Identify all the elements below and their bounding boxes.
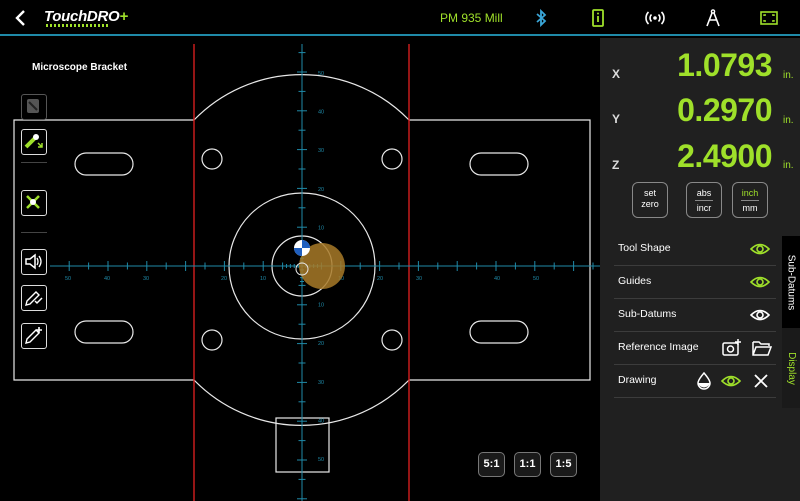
lock-tool-button[interactable] (21, 94, 47, 120)
drawing-title: Microscope Bracket (32, 62, 128, 73)
ruler-label-v-top: 40 (318, 110, 324, 116)
x-readout[interactable]: 1.0793 (677, 47, 772, 84)
zoom-5-1-button[interactable]: 5:1 (478, 452, 505, 477)
eye-icon[interactable] (750, 273, 770, 291)
tab-display-label: Display (785, 351, 797, 385)
broadcast-icon[interactable] (645, 8, 665, 28)
inch-mm-divider (741, 200, 759, 201)
folder-open-icon[interactable] (752, 339, 772, 357)
bluetooth-icon[interactable] (531, 8, 551, 28)
option-guides[interactable]: Guides (614, 266, 776, 299)
abs-label: abs (696, 188, 712, 198)
option-tool-shape[interactable]: Tool Shape (614, 233, 776, 266)
sub-datums-label: Sub-Datums (618, 308, 677, 320)
option-sub-datums[interactable]: Sub-Datums (614, 299, 776, 332)
speaker-icon (25, 253, 42, 270)
ruler-label-v-bottom: 30 (318, 380, 324, 386)
ruler-label-h: 50 (65, 276, 71, 282)
ruler-label-v-top: 10 (318, 225, 324, 231)
draw-line-icon (24, 134, 43, 149)
ruler-label-v-bottom: 40 (318, 418, 324, 424)
z-axis-label[interactable]: Z (612, 158, 619, 172)
z-readout[interactable]: 2.4900 (677, 138, 772, 175)
set-zero-line1: set (643, 188, 656, 198)
drawing-svg[interactable]: 50 40 30 20 10 10 20 30 40 5050403020101020304050 (0, 38, 600, 501)
top-bar: TouchDRO+ PM 935 Mill (0, 0, 800, 36)
ruler-label-v-top: 50 (318, 71, 324, 77)
incr-label: incr (696, 203, 712, 213)
abs-incr-divider (695, 200, 713, 201)
opacity-icon[interactable] (694, 372, 714, 390)
guides-label: Guides (618, 275, 652, 287)
reference-image-label: Reference Image (618, 341, 699, 353)
ruler-label-h: 20 (377, 276, 383, 282)
toolbar-divider (21, 232, 47, 233)
info-icon[interactable] (588, 8, 608, 28)
z-unit: in. (783, 160, 794, 171)
chevron-left-icon[interactable] (12, 8, 30, 28)
zoom-1-5-button[interactable]: 1:5 (550, 452, 577, 477)
app-window: TouchDRO+ PM 935 Mill 50 40 30 20 10 10 … (0, 0, 800, 501)
y-axis-label[interactable]: Y (612, 112, 620, 126)
drawing-label: Drawing (618, 374, 657, 386)
x-unit: in. (783, 70, 794, 81)
x-axis-label[interactable]: X (612, 67, 620, 81)
tab-sub-datums-label: Sub-Datums (785, 254, 797, 310)
eye-icon[interactable] (721, 372, 741, 390)
audio-toggle-button[interactable] (21, 249, 47, 275)
option-drawing[interactable]: Drawing (614, 365, 776, 398)
eye-icon[interactable] (750, 240, 770, 258)
ruler-label-h: 30 (416, 276, 422, 282)
ruler-label-h: 40 (494, 276, 500, 282)
inch-mm-button[interactable]: inch mm (732, 182, 768, 218)
ruler-label-v-top: 30 (318, 148, 324, 154)
ruler-label-h: 20 (221, 276, 227, 282)
compass-icon[interactable] (703, 8, 723, 28)
pencil-add-icon (25, 327, 42, 344)
ruler-label-h: 30 (143, 276, 149, 282)
edit-check-button[interactable] (21, 285, 47, 311)
zoom-1-1-button[interactable]: 1:1 (514, 452, 541, 477)
pencil-check-icon (25, 291, 43, 306)
tool-shape-label: Tool Shape (618, 242, 671, 254)
add-drawing-button[interactable] (21, 323, 47, 349)
lock-icon (27, 99, 39, 113)
ruler-label-h: 40 (104, 276, 110, 282)
draw-line-button[interactable] (21, 129, 47, 155)
logo-main: TouchDRO (44, 8, 120, 25)
set-zero-line2: zero (641, 199, 659, 209)
y-unit: in. (783, 115, 794, 126)
option-reference-image[interactable]: Reference Image (614, 332, 776, 365)
fullscreen-icon[interactable] (759, 8, 779, 28)
ruler-label-h: 50 (533, 276, 539, 282)
drawing-canvas[interactable]: 50 40 30 20 10 10 20 30 40 50 50 40 30 20 10 10 20 30 40 50… (0, 38, 600, 501)
ruler-label-v-bottom: 50 (318, 457, 324, 463)
set-zero-button[interactable]: set zero (632, 182, 668, 218)
inch-label: inch (741, 188, 759, 198)
ruler-label-h: 10 (260, 276, 266, 282)
logo-plus: + (119, 8, 128, 25)
mm-label: mm (742, 203, 758, 213)
close-icon[interactable] (751, 372, 771, 390)
right-panel: X 1.0793 in. Y 0.2970 in. Z 2.4900 in. s… (600, 38, 800, 501)
tab-sub-datums[interactable]: Sub-Datums (782, 236, 800, 328)
ruler-label-v-bottom: 20 (318, 341, 324, 347)
eye-icon[interactable] (750, 306, 770, 324)
app-logo: TouchDRO+ (44, 8, 128, 25)
machine-name[interactable]: PM 935 Mill (440, 11, 503, 25)
add-photo-icon[interactable] (722, 339, 742, 357)
transform-icon (26, 195, 40, 209)
ruler-label-v-top: 20 (318, 187, 324, 193)
y-readout[interactable]: 0.2970 (677, 92, 772, 129)
ruler-label-v-bottom: 10 (318, 303, 324, 309)
toolbar-divider (21, 162, 47, 163)
transform-tool-button[interactable] (21, 190, 47, 216)
logo-underline (46, 24, 108, 27)
tab-display[interactable]: Display (782, 328, 800, 408)
abs-incr-button[interactable]: abs incr (686, 182, 722, 218)
